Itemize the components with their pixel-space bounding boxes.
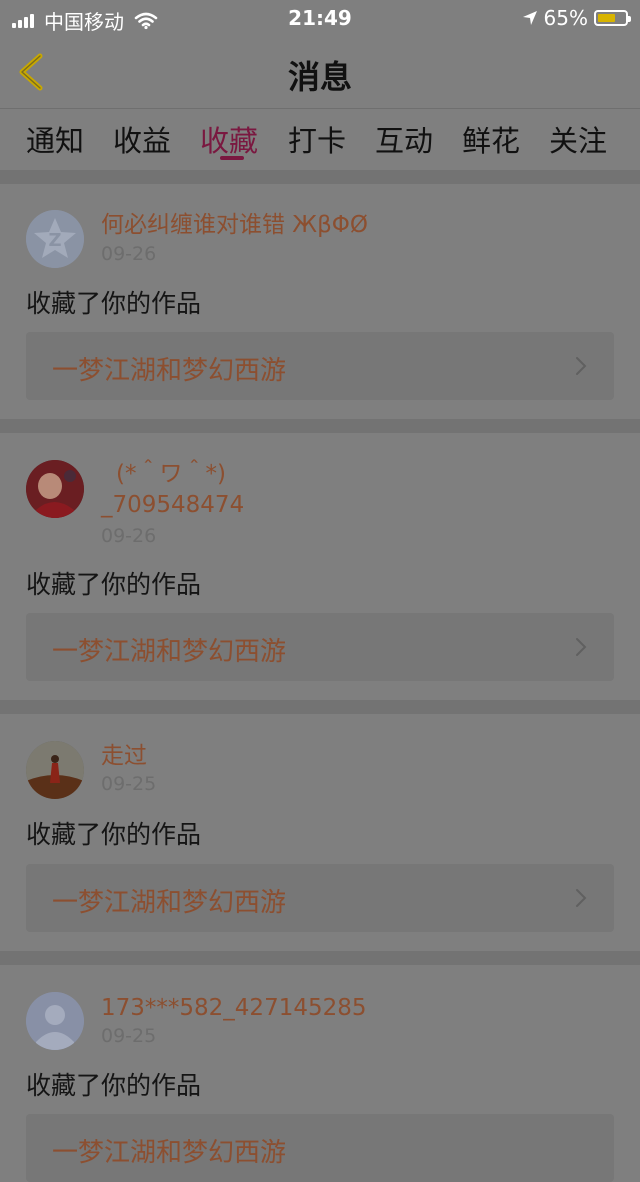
date: 09-26 <box>101 243 157 265</box>
username[interactable]: 走过 <box>101 741 147 771</box>
default-avatar-icon: Z <box>26 210 84 268</box>
date: 09-25 <box>101 1025 157 1047</box>
action-text: 收藏了你的作品 <box>26 1071 202 1100</box>
chevron-right-icon <box>576 889 587 907</box>
status-right: 65% <box>522 6 631 30</box>
action-text: 收藏了你的作品 <box>26 570 202 599</box>
user-photo-icon <box>26 460 84 518</box>
default-user-icon <box>26 992 84 1050</box>
tab-flowers[interactable]: 鲜花 <box>462 118 520 160</box>
tab-favorites[interactable]: 收藏 <box>200 118 258 160</box>
chevron-right-icon <box>576 638 587 656</box>
section-divider <box>0 951 640 965</box>
action-text: 收藏了你的作品 <box>26 820 202 849</box>
date: 09-26 <box>101 525 157 547</box>
username-line1[interactable]: (*＾ワ＾*) <box>116 459 226 489</box>
tab-follow[interactable]: 关注 <box>549 118 607 160</box>
work-card[interactable]: 一梦江湖和梦幻西游 <box>26 613 614 681</box>
avatar[interactable] <box>26 992 84 1050</box>
tab-interact[interactable]: 互动 <box>375 118 433 160</box>
username-line2[interactable]: _709548474 <box>101 490 244 520</box>
tab-bar: 通知 收益 收藏 打卡 互动 鲜花 关注 <box>0 108 640 170</box>
battery-icon <box>594 10 631 26</box>
username[interactable]: 173***582_427145285 <box>101 993 367 1023</box>
date: 09-25 <box>101 773 157 795</box>
active-tab-indicator <box>220 156 244 160</box>
work-title: 一梦江湖和梦幻西游 <box>52 888 287 918</box>
status-bar: 中国移动 21:49 65% <box>0 0 640 36</box>
tab-checkin[interactable]: 打卡 <box>288 118 346 160</box>
tab-notice[interactable]: 通知 <box>26 118 84 160</box>
page-title: 消息 <box>287 58 352 96</box>
work-title: 一梦江湖和梦幻西游 <box>52 637 287 667</box>
avatar[interactable]: Z <box>26 210 84 268</box>
section-divider <box>0 700 640 714</box>
avatar[interactable] <box>26 741 84 799</box>
work-title: 一梦江湖和梦幻西游 <box>52 356 287 386</box>
svg-text:Z: Z <box>48 230 61 251</box>
action-text: 收藏了你的作品 <box>26 289 202 318</box>
tab-earnings[interactable]: 收益 <box>113 118 171 160</box>
location-arrow-icon <box>522 11 537 25</box>
work-title: 一梦江湖和梦幻西游 <box>52 1138 287 1168</box>
work-card[interactable]: 一梦江湖和梦幻西游 <box>26 864 614 932</box>
section-divider <box>0 419 640 433</box>
nav-bar: 消息 <box>0 36 640 108</box>
user-photo-icon <box>26 741 84 799</box>
avatar[interactable] <box>26 460 84 518</box>
work-card[interactable]: 一梦江湖和梦幻西游 <box>26 332 614 400</box>
section-divider <box>0 170 640 184</box>
work-card[interactable]: 一梦江湖和梦幻西游 <box>26 1114 614 1182</box>
battery-level-fill <box>598 14 615 22</box>
chevron-right-icon <box>576 357 587 375</box>
battery-percent: 65% <box>543 6 588 30</box>
username[interactable]: 何必纠缠谁对谁错 ЖβΦØ <box>101 210 368 240</box>
